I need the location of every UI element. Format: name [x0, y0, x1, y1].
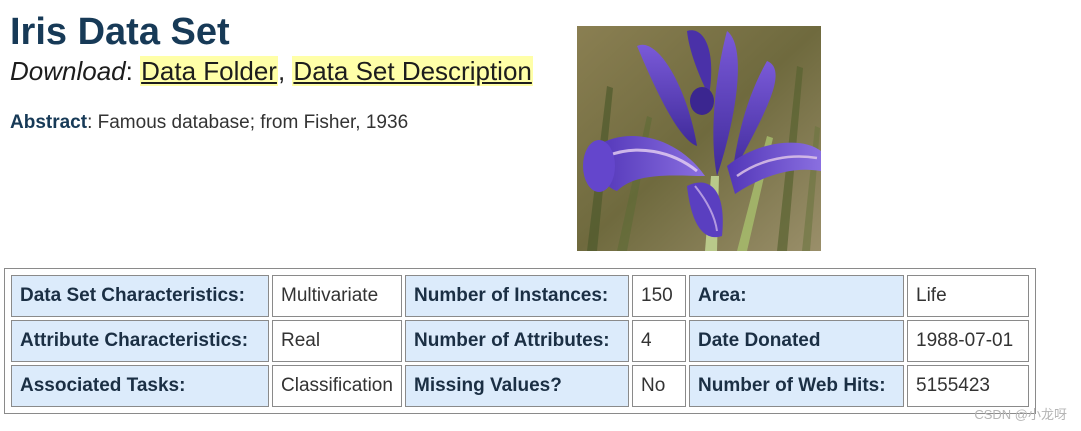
value-cell: Life — [907, 275, 1029, 317]
download-separator: : — [125, 56, 133, 86]
value-cell: 1988-07-01 — [907, 320, 1029, 362]
data-folder-link[interactable]: Data Folder — [140, 56, 278, 86]
value-cell: No — [632, 365, 686, 407]
data-set-description-link[interactable]: Data Set Description — [292, 56, 533, 86]
abstract-label: Abstract — [10, 112, 88, 133]
download-label: Download — [10, 56, 126, 86]
link-comma: , — [277, 56, 286, 86]
value-cell: Real — [272, 320, 402, 362]
abstract: Abstract: Famous database; from Fisher, … — [10, 111, 408, 135]
header-cell: Attribute Characteristics: — [11, 320, 269, 362]
iris-flower-image — [577, 26, 821, 251]
header-cell: Number of Web Hits: — [689, 365, 904, 407]
header-cell: Associated Tasks: — [11, 365, 269, 407]
stats-table: Data Set Characteristics: Multivariate N… — [8, 272, 1032, 410]
value-cell: Classification — [272, 365, 402, 407]
value-cell: 5155423 — [907, 365, 1029, 407]
watermark: CSDN @小龙呀 — [974, 407, 1067, 422]
header-cell: Data Set Characteristics: — [11, 275, 269, 317]
table-row: Data Set Characteristics: Multivariate N… — [11, 275, 1029, 317]
table-row: Attribute Characteristics: Real Number o… — [11, 320, 1029, 362]
abstract-text: : Famous database; from Fisher, 1936 — [87, 112, 409, 133]
header-cell: Number of Attributes: — [405, 320, 629, 362]
value-cell: 150 — [632, 275, 686, 317]
value-cell: 4 — [632, 320, 686, 362]
page-title: Iris Data Set — [10, 11, 230, 53]
header-cell: Date Donated — [689, 320, 904, 362]
value-cell: Multivariate — [272, 275, 402, 317]
data-set-stats-table: Data Set Characteristics: Multivariate N… — [4, 268, 1036, 414]
header-cell: Missing Values? — [405, 365, 629, 407]
table-row: Associated Tasks: Classification Missing… — [11, 365, 1029, 407]
header-cell: Number of Instances: — [405, 275, 629, 317]
header-cell: Area: — [689, 275, 904, 317]
download-line: Download: Data Folder, Data Set Descript… — [10, 54, 533, 88]
